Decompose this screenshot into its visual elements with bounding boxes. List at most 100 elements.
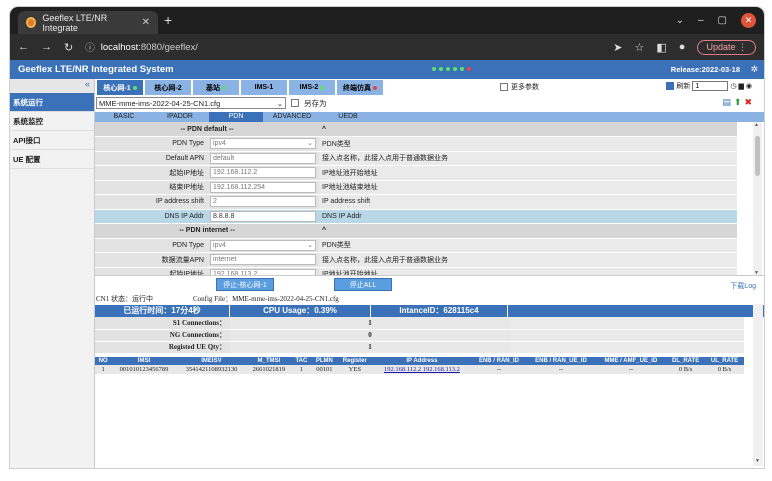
refresh-interval-input[interactable] <box>692 81 729 91</box>
main-panel: 核心网-1 核心网-2 基站 IMS-1 IMS-2 终端仿真 更多参数 刷新 … <box>95 79 764 468</box>
config-scrollbar[interactable]: ▲ ▼ <box>753 122 762 275</box>
scroll-up-icon[interactable]: ▲ <box>754 122 759 128</box>
upload-icon[interactable]: ⬆ <box>734 97 742 108</box>
config-file-select[interactable]: MME-mme-ims-2022-04-25-CN1.cfg ⌄ <box>96 97 286 109</box>
pdn-section-title: -- PDN internet -- <box>95 223 319 239</box>
collapse-icon[interactable]: ^ <box>319 223 737 239</box>
subtab-advanced[interactable]: ADVANCED <box>265 112 319 122</box>
sidebar-item-ue-config[interactable]: UE 配置 <box>10 150 94 169</box>
pdn-param-label: 起始IP地址 <box>95 267 207 275</box>
tab-core-1[interactable]: 核心网-1 <box>97 80 143 95</box>
document-icon[interactable]: ▤ <box>722 97 731 108</box>
tab-label: IMS-1 <box>254 84 274 91</box>
ue-column-header: NO <box>95 356 112 365</box>
config-file-value: MME-mme-ims-2022-04-25-CN1.cfg <box>99 98 221 108</box>
tab-enb[interactable]: 基站 <box>193 80 239 95</box>
bookmark-star-icon[interactable]: ☆ <box>635 41 645 54</box>
sidebar-item-api[interactable]: API接口 <box>10 131 94 150</box>
refresh-checkbox[interactable] <box>666 82 675 90</box>
pdn-param-label: IP address shift <box>95 194 207 210</box>
pdn-value-input[interactable]: internet <box>210 254 316 266</box>
ue-column-header: IMEISV <box>176 356 247 365</box>
profile-icon[interactable]: ● <box>679 41 686 53</box>
scroll-down-icon[interactable]: ▼ <box>754 270 759 275</box>
update-button[interactable]: Update ⋮ <box>697 39 756 55</box>
ue-cell: -- <box>526 364 596 374</box>
pdn-section-header[interactable]: -- PDN default -- ^ <box>95 122 737 137</box>
tab-ims-1[interactable]: IMS-1 <box>241 80 287 95</box>
ue-cell: 00101 <box>311 364 338 374</box>
tab-ims-2[interactable]: IMS-2 <box>289 80 335 95</box>
stat-value: 1 <box>230 341 510 354</box>
pdn-value-input[interactable]: 192.168.113.2 <box>210 268 316 275</box>
subtab-ipaddr[interactable]: IPADDR <box>153 112 207 122</box>
tab-search-icon[interactable]: ⌄ <box>676 15 684 26</box>
pdn-table: -- PDN default -- ^ PDN Type ipv4 ⌄ PDN类型 Defa… <box>95 122 737 275</box>
pdn-value-input[interactable]: 192.168.112.2 <box>210 167 316 179</box>
collapse-icon[interactable]: ^ <box>319 122 737 137</box>
globe-icon[interactable]: ◉ <box>746 82 752 90</box>
ue-cell: 2661021819 <box>246 364 292 374</box>
close-window-icon[interactable]: ✕ <box>741 13 756 28</box>
scroll-down-icon[interactable]: ▼ <box>755 458 760 464</box>
tab-ue-sim[interactable]: 终端仿真 <box>337 80 383 95</box>
address-bar[interactable]: ⓘ localhost:8080/geeflex/ <box>85 40 601 55</box>
ue-cell[interactable]: 192.168.112.2 192.168.113.2 <box>372 364 472 374</box>
status-dot-icon <box>222 85 226 90</box>
checkbox-icon[interactable] <box>500 83 508 91</box>
sidepanel-icon[interactable]: ◧ <box>656 41 666 54</box>
stop-all-button[interactable]: 停止ALL <box>334 278 392 291</box>
browser-tab-title: Geeflex LTE/NR Integrate <box>42 12 108 33</box>
browser-tab[interactable]: Geeflex LTE/NR Integrate ✕ <box>18 11 158 34</box>
page-scrollbar[interactable]: ▼ <box>753 304 763 466</box>
instance-id-text: IntanceID：628115c4 <box>371 305 508 317</box>
subtab-uedb[interactable]: UEDB <box>321 112 375 122</box>
pdn-param-desc: 接入点名称，此接入点用于普通数据业务 <box>319 252 737 268</box>
sidebar-item-system-run[interactable]: 系统运行 <box>10 93 94 112</box>
pdn-value-input[interactable]: 192.168.112.254 <box>210 181 316 193</box>
gear-icon[interactable]: ✲ <box>750 64 758 75</box>
connection-stats: S1 Connections： 1 NG Connections： 0 Registed… <box>95 317 744 354</box>
stat-key: Registed UE Qty： <box>95 341 230 354</box>
download-log-link[interactable]: 下载Log <box>730 281 756 291</box>
maximize-icon[interactable]: ▢ <box>718 15 727 26</box>
sidebar-item-system-monitor[interactable]: 系统监控 <box>10 112 94 131</box>
pdn-value-input[interactable]: default <box>210 152 316 164</box>
minimize-icon[interactable]: – <box>698 15 704 26</box>
save-as-checkbox[interactable] <box>291 99 299 107</box>
subtab-basic[interactable]: BASIC <box>97 112 151 122</box>
pdn-type-select[interactable]: ipv4 ⌄ <box>210 239 316 251</box>
pdn-param-desc: IP地址池开始地址 <box>319 267 737 275</box>
pdn-type-value: ipv4 <box>213 241 226 249</box>
share-icon[interactable]: ➤ <box>613 41 622 54</box>
status-dot-icon <box>132 85 137 90</box>
app-title: Geeflex LTE/NR Integrated System <box>18 64 174 75</box>
status-dots <box>432 67 471 71</box>
tab-core-2[interactable]: 核心网-2 <box>145 80 191 95</box>
close-tab-icon[interactable]: ✕ <box>142 17 150 28</box>
scrollbar-thumb[interactable] <box>755 136 760 176</box>
tab-label: 核心网-1 <box>103 84 131 92</box>
back-icon[interactable]: ← <box>18 41 29 53</box>
stat-key: NG Connections： <box>95 329 230 342</box>
more-params-toggle[interactable]: 更多参数 <box>500 82 539 92</box>
new-tab-icon[interactable]: + <box>164 12 172 28</box>
reload-icon[interactable]: ↻ <box>64 41 73 54</box>
delete-icon[interactable]: ✖ <box>744 97 752 108</box>
pdn-row: DNS IP Addr 8.8.8.8 DNS IP Addr <box>95 209 737 224</box>
pdn-type-select[interactable]: ipv4 ⌄ <box>210 138 316 150</box>
pdn-value-input[interactable]: 2 <box>210 196 316 208</box>
timer-icon[interactable]: ◷ <box>730 82 736 90</box>
pdn-param-label: 数据流量APN <box>95 252 207 268</box>
monitor-icon[interactable]: ▆ <box>739 82 744 90</box>
stop-core-button[interactable]: 停止-核心网-1 <box>216 278 274 291</box>
config-row: MME-mme-ims-2022-04-25-CN1.cfg ⌄ 另存为 ▤ ⬆ … <box>95 95 764 111</box>
pdn-section-header[interactable]: -- PDN internet -- ^ <box>95 223 737 239</box>
ue-column-header: PLMN <box>311 356 338 365</box>
ue-column-header: IMSI <box>111 356 177 365</box>
subtab-pdn[interactable]: PDN <box>209 112 263 122</box>
forward-icon[interactable]: → <box>41 41 52 53</box>
pdn-value-input[interactable]: 8.8.8.8 <box>210 210 316 222</box>
ue-ip-link[interactable]: 192.168.112.2 192.168.113.2 <box>384 366 460 373</box>
collapse-sidebar-icon[interactable]: « <box>10 79 94 93</box>
